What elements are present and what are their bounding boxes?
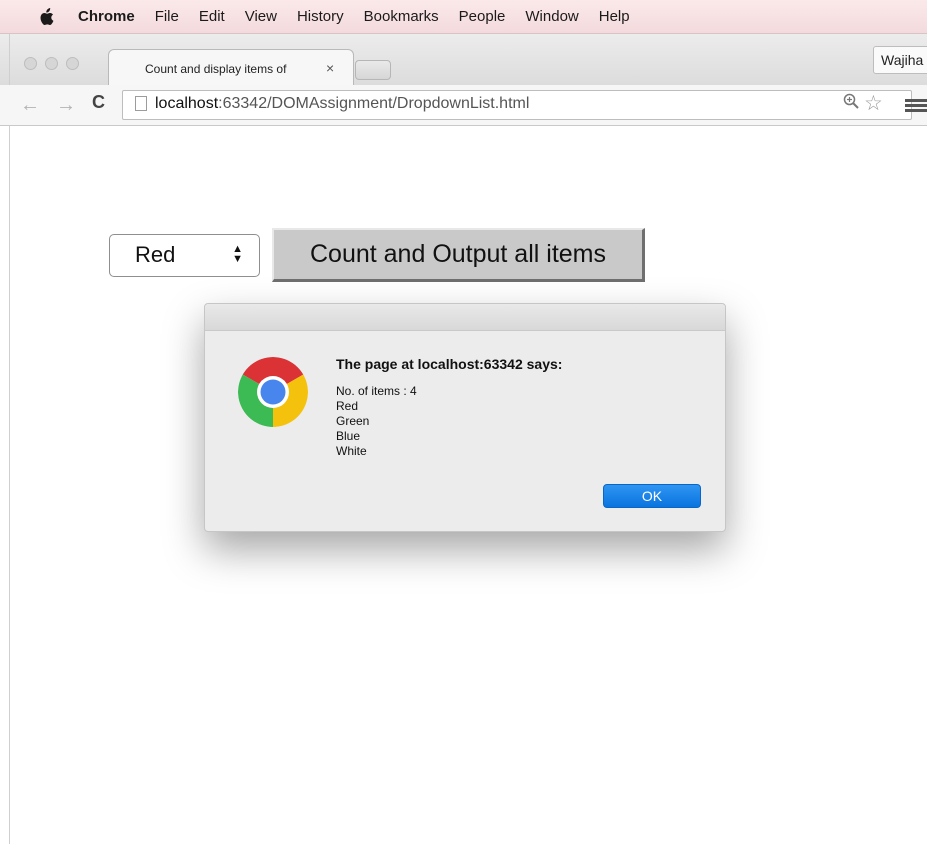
window-zoom-button[interactable]: [66, 57, 79, 70]
menu-view[interactable]: View: [245, 8, 277, 25]
menu-app-name[interactable]: Chrome: [78, 8, 135, 25]
menu-help[interactable]: Help: [599, 8, 630, 25]
dialog-heading: The page at localhost:63342 says:: [336, 356, 563, 372]
dialog-titlebar: [205, 304, 725, 331]
tab-close-icon[interactable]: ×: [326, 60, 334, 76]
chrome-logo-icon: [238, 357, 308, 427]
url-host: localhost: [155, 95, 219, 112]
color-dropdown[interactable]: Red ▲ ▼: [109, 234, 260, 277]
menu-history[interactable]: History: [297, 8, 344, 25]
tab-title: Count and display items of: [145, 62, 287, 76]
window-close-button[interactable]: [24, 57, 37, 70]
menu-bookmarks[interactable]: Bookmarks: [364, 8, 439, 25]
chrome-menu-icon[interactable]: [905, 99, 927, 112]
new-tab-button[interactable]: [355, 60, 391, 80]
menu-window[interactable]: Window: [525, 8, 578, 25]
dialog-line-count: No. of items : 4: [336, 384, 417, 398]
ok-button[interactable]: OK: [603, 484, 701, 508]
dropdown-selected-value: Red: [135, 242, 176, 267]
address-url[interactable]: localhost:63342/DOMAssignment/DropdownLi…: [155, 95, 529, 113]
apple-icon[interactable]: [38, 7, 54, 26]
menu-bar: Chrome File Edit View History Bookmarks …: [0, 0, 927, 34]
menu-people[interactable]: People: [459, 8, 506, 25]
window-edge: [9, 34, 10, 844]
alert-dialog: The page at localhost:63342 says: No. of…: [204, 303, 726, 532]
dialog-line-item: White: [336, 444, 367, 458]
bookmark-star-icon[interactable]: ☆: [864, 91, 883, 116]
dropdown-arrows-icon: ▲ ▼: [232, 243, 243, 265]
dialog-message: No. of items : 4 Red Green Blue White: [336, 384, 417, 459]
dialog-line-item: Green: [336, 414, 370, 428]
back-arrow-icon[interactable]: ←: [20, 93, 40, 117]
page-icon: [135, 96, 147, 111]
reload-icon[interactable]: C: [92, 92, 105, 113]
forward-arrow-icon[interactable]: →: [56, 93, 76, 117]
dialog-line-item: Blue: [336, 429, 361, 443]
zoom-icon[interactable]: [843, 93, 859, 114]
window-minimize-button[interactable]: [45, 57, 58, 70]
url-path: :63342/DOMAssignment/DropdownList.html: [218, 95, 530, 112]
menu-edit[interactable]: Edit: [199, 8, 225, 25]
profile-button[interactable]: Wajiha: [873, 46, 927, 74]
dialog-line-item: Red: [336, 399, 359, 413]
count-output-button[interactable]: Count and Output all items: [272, 228, 645, 282]
menu-file[interactable]: File: [155, 8, 179, 25]
